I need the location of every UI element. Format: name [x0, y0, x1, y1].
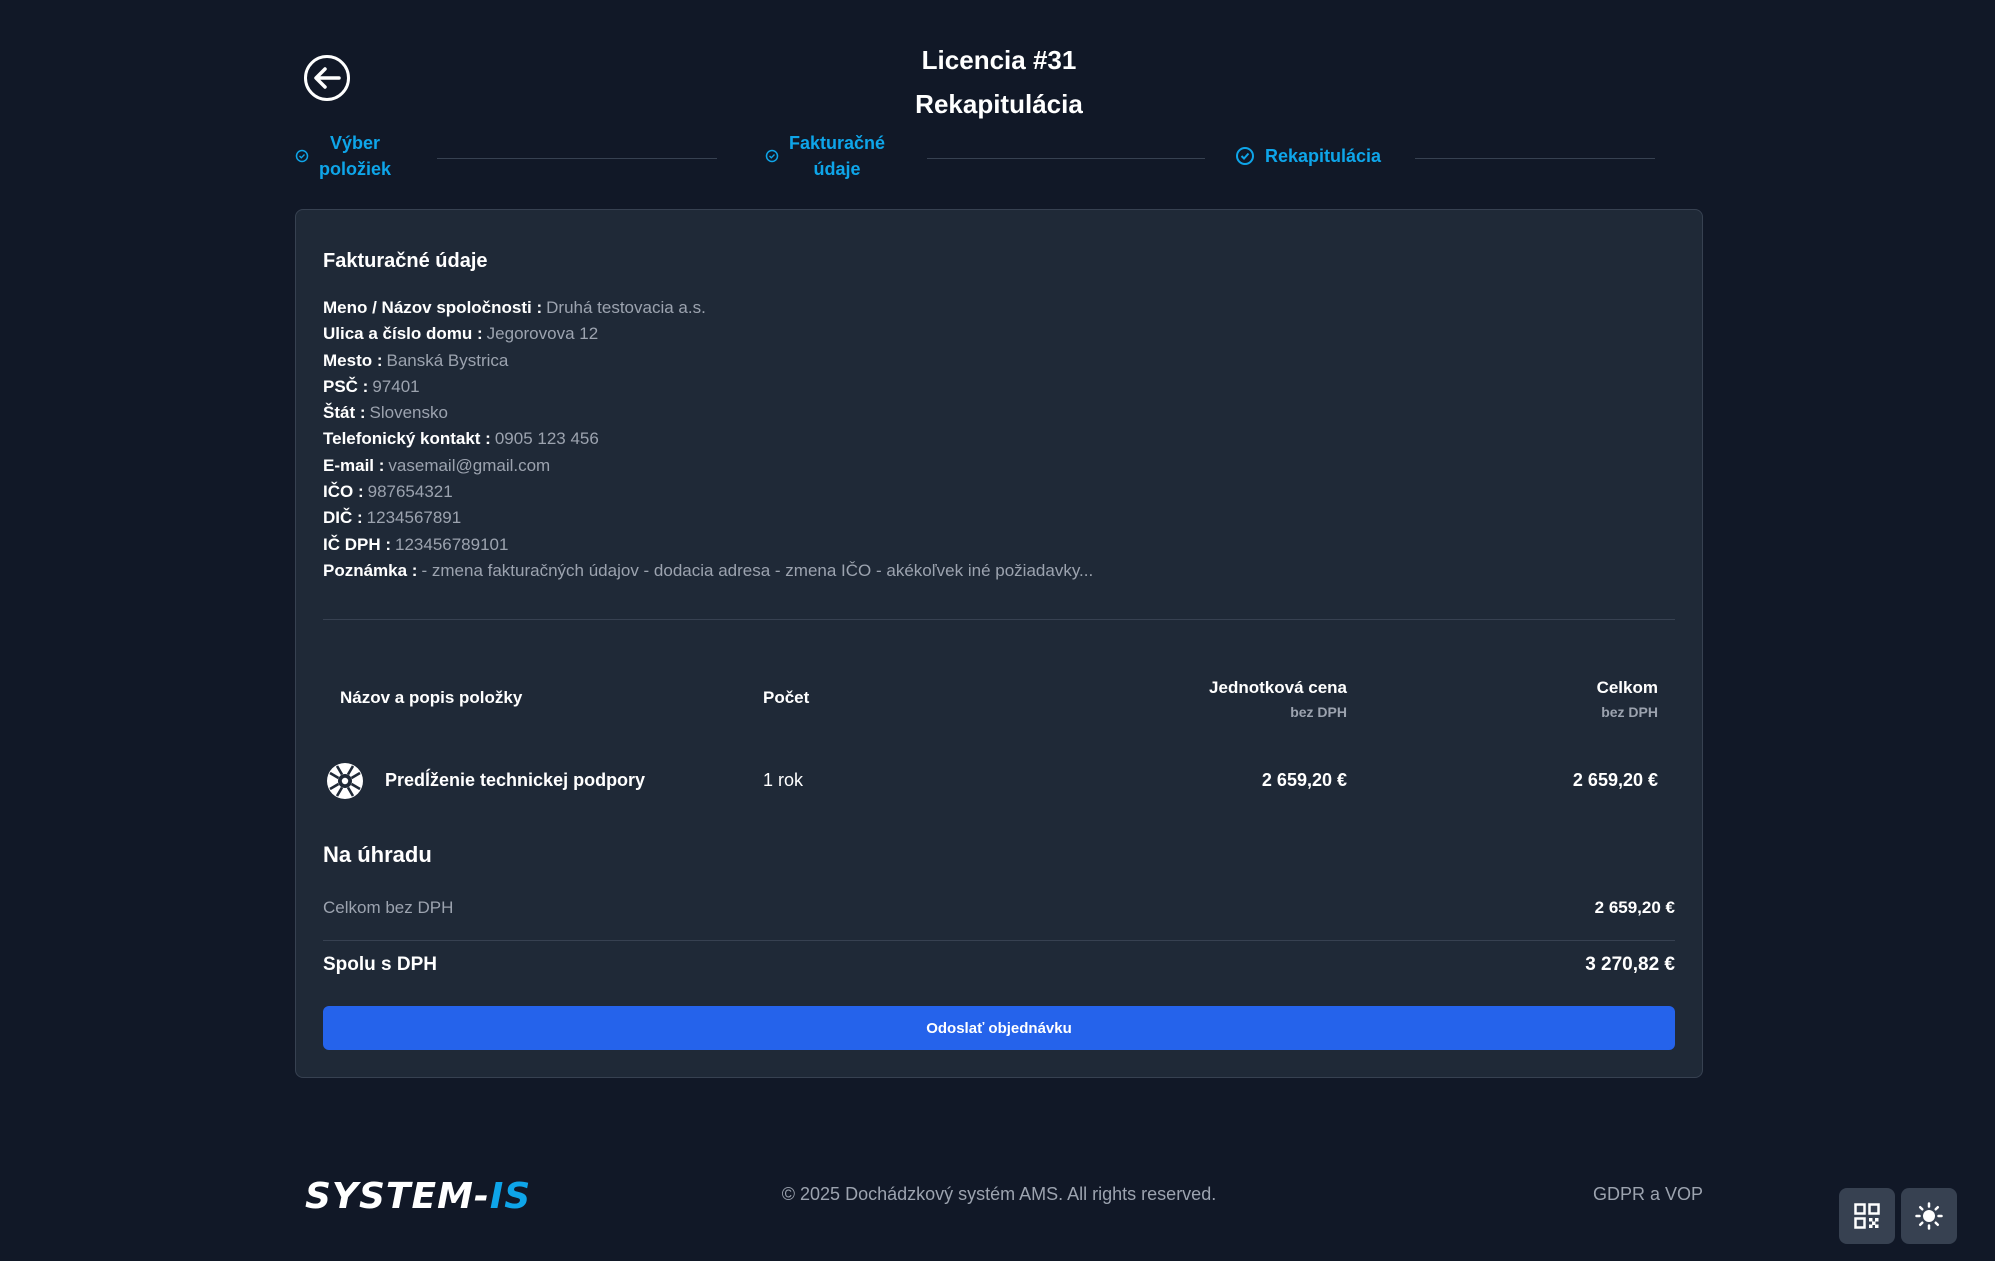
step-item-selection[interactable]: Výber položiek — [295, 130, 391, 182]
billing-field: Ulica a číslo domu : Jegorovova 12 — [323, 324, 599, 344]
page-title: Licencia #31 — [921, 45, 1077, 75]
billing-field: IČO :987654321 — [323, 482, 453, 502]
item-total: 2 659,20 € — [1572, 770, 1658, 790]
qr-code-button[interactable] — [1839, 1188, 1895, 1244]
recap-card: Fakturačné údaje Meno / Názov spoločnost… — [295, 209, 1703, 1078]
step-label: Rekapitulácia — [1265, 146, 1382, 166]
stepper: Výber položiek Fakturačné údaje Rekapitulá… — [295, 130, 1703, 184]
section-divider — [323, 619, 1675, 620]
check-circle-icon — [765, 149, 779, 163]
subtotal-label: Celkom bez DPH — [323, 898, 454, 917]
step-connector — [927, 158, 1205, 159]
item-unit-price: 2 659,20 € — [1261, 770, 1347, 790]
lifebuoy-icon — [325, 761, 365, 806]
billing-field: Štát : Slovensko — [323, 403, 448, 423]
billing-field: E-mail : vasemail@gmail.com — [323, 455, 551, 475]
billing-field: PSČ :97401 — [323, 376, 420, 396]
totals-divider — [323, 940, 1675, 941]
billing-field: Mesto : Banská Bystrica — [323, 350, 509, 370]
billing-field: Poznámka :- zmena fakturačných údajov - … — [323, 560, 1094, 580]
page-subtitle: Rekapitulácia — [915, 89, 1083, 119]
total-label: Spolu s DPH — [323, 954, 438, 975]
qr-code-icon — [1854, 1203, 1880, 1229]
gdpr-link[interactable]: GDPR a VOP — [1593, 1184, 1703, 1205]
table-header-total: Celkom bez DPH — [1596, 678, 1658, 720]
billing-field: IČ DPH :123456789101 — [323, 534, 509, 554]
step-item-billing[interactable]: Fakturačné údaje — [765, 130, 885, 182]
billing-details: Meno / Názov spoločnosti : Druhá testovac… — [323, 295, 1093, 584]
step-connector — [437, 158, 717, 159]
sun-icon — [1915, 1202, 1943, 1230]
theme-toggle-button[interactable] — [1901, 1188, 1957, 1244]
billing-section-title: Fakturačné údaje — [323, 250, 488, 272]
page-header: Licencia #31 Rekapitulácia — [295, 42, 1703, 122]
footer: SYSTEM-IS © 2025 Dochádzkový systém AMS.… — [295, 1170, 1703, 1220]
check-circle-icon — [295, 149, 309, 163]
step-connector — [1415, 158, 1655, 159]
submit-order-button[interactable]: Odoslať objednávku — [323, 1006, 1675, 1050]
total-value: 3 270,82 € — [1585, 954, 1675, 975]
copyright-text: © 2025 Dochádzkový systém AMS. All right… — [781, 1184, 1217, 1204]
step-label: Fakturačné údaje — [789, 133, 886, 179]
billing-field: Telefonický kontakt :0905 123 456 — [323, 429, 599, 449]
billing-field: Meno / Názov spoločnosti : Druhá testovac… — [323, 298, 706, 317]
table-header-count: Počet — [763, 688, 810, 707]
table-header-unit-price: Jednotková cena bez DPH — [1209, 678, 1347, 720]
table-header-name: Názov a popis položky — [340, 688, 523, 707]
check-circle-icon — [1235, 146, 1255, 166]
step-label: Výber položiek — [319, 133, 392, 179]
item-count: 1 rok — [763, 770, 804, 790]
payment-title: Na úhradu — [323, 842, 432, 867]
billing-field: DIČ :1234567891 — [323, 508, 462, 528]
subtotal-value: 2 659,20 € — [1594, 898, 1675, 917]
item-name: Predĺženie technickej podpory — [385, 770, 646, 790]
step-item-recap[interactable]: Rekapitulácia — [1235, 143, 1381, 169]
